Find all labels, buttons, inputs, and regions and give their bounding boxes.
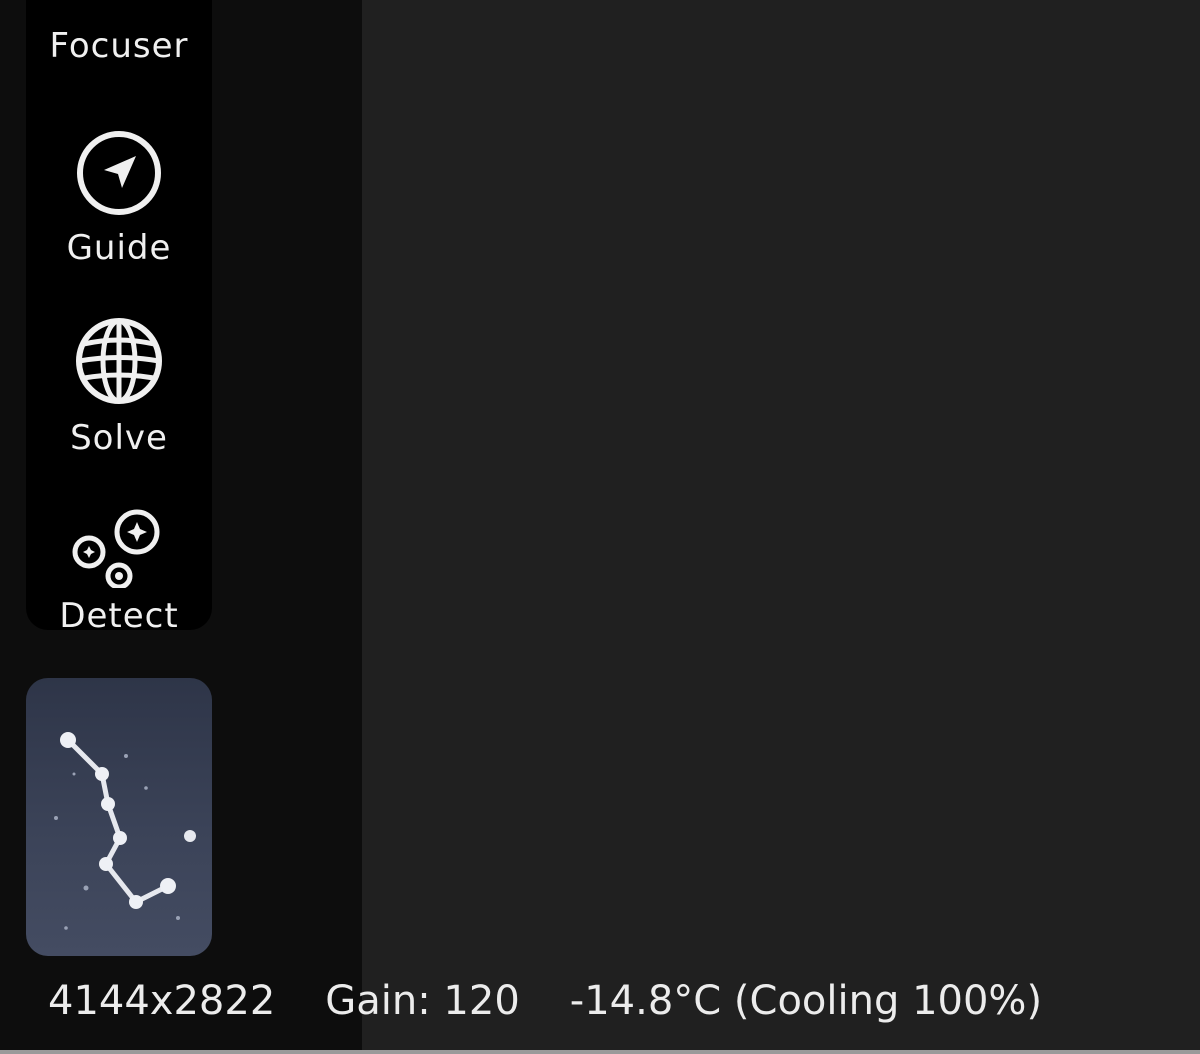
- tool-focuser-label: Focuser: [49, 26, 189, 66]
- tool-detect-label: Detect: [59, 596, 179, 630]
- camera-status-bar: 4144x2822 Gain: 120 -14.8°C (Cooling 100…: [48, 978, 1042, 1024]
- navigation-arrow-icon: [77, 131, 161, 215]
- globe-grid-icon: [76, 318, 162, 404]
- constellation-icon: [54, 732, 196, 930]
- tool-detect[interactable]: Detect: [26, 508, 212, 630]
- temperature-readout: -14.8°C (Cooling 100%): [569, 978, 1043, 1024]
- tool-guide-label: Guide: [66, 228, 172, 268]
- tool-solve-label: Solve: [70, 418, 168, 458]
- tool-solve[interactable]: Solve: [26, 316, 212, 466]
- bottom-divider: [0, 1050, 1200, 1054]
- constellation-thumbnail[interactable]: [26, 678, 212, 956]
- tool-focuser[interactable]: Focuser: [26, 0, 212, 90]
- gain-readout: Gain: 120: [325, 978, 520, 1024]
- resolution-readout: 4144x2822: [48, 978, 276, 1024]
- app-window: Focuser Guide Solve Detect 4144x2822 Gai…: [0, 0, 1200, 1054]
- star-detect-icon: [72, 509, 160, 588]
- image-preview[interactable]: [362, 0, 1200, 1054]
- tool-sidebar: Focuser Guide Solve Detect: [26, 0, 212, 630]
- tool-guide[interactable]: Guide: [26, 128, 212, 278]
